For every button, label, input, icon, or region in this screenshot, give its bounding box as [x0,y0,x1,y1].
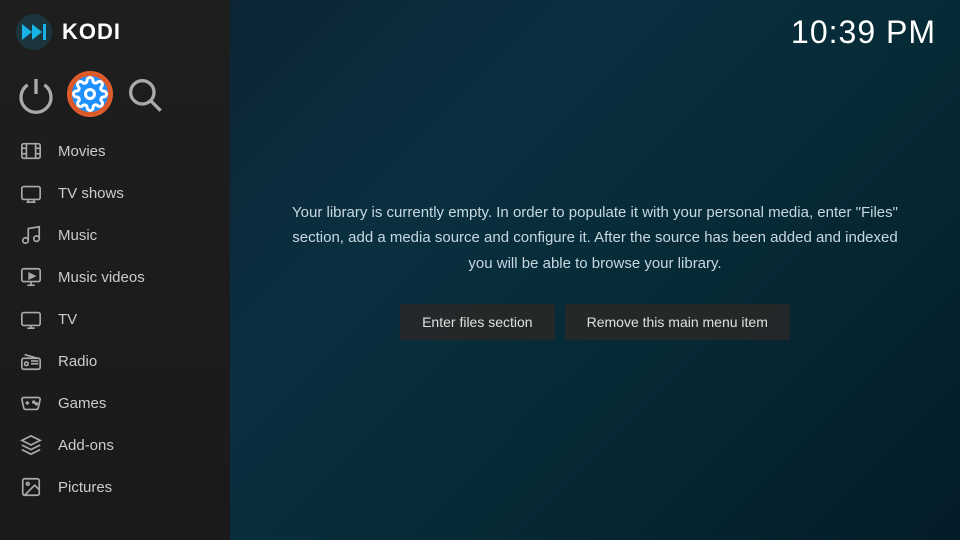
sidebar-header: KODI [0,0,230,64]
pictures-icon [20,476,42,498]
main-content: 10:39 PM Your library is currently empty… [230,0,960,540]
addons-icon [20,434,42,456]
music-label: Music [58,227,97,244]
tvshows-label: TV shows [58,185,124,202]
remove-menu-item-button[interactable]: Remove this main menu item [565,304,790,340]
app-title: KODI [62,19,121,45]
tvshows-icon [20,182,42,204]
enter-files-button[interactable]: Enter files section [400,304,555,340]
sidebar-nav: Movies TV shows [0,130,230,508]
top-icons-row [0,64,230,130]
sidebar-item-games[interactable]: Games [0,382,230,424]
kodi-logo [16,14,52,50]
power-icon-button[interactable] [16,74,56,114]
search-icon-button[interactable] [124,74,164,114]
clock-display: 10:39 PM [791,14,936,51]
empty-library-panel: Your library is currently empty. In orde… [230,0,960,540]
sidebar-item-tv[interactable]: TV [0,298,230,340]
games-icon [20,392,42,414]
sidebar: KODI [0,0,230,540]
sidebar-item-movies[interactable]: Movies [0,130,230,172]
games-label: Games [58,395,106,412]
movies-icon [20,140,42,162]
musicvideos-label: Music videos [58,269,145,286]
addons-label: Add-ons [58,437,114,454]
empty-library-message: Your library is currently empty. In orde… [290,200,900,277]
tv-label: TV [58,311,77,328]
sidebar-item-tvshows[interactable]: TV shows [0,172,230,214]
sidebar-item-music[interactable]: Music [0,214,230,256]
pictures-label: Pictures [58,479,112,496]
sidebar-item-radio[interactable]: Radio [0,340,230,382]
radio-label: Radio [58,353,97,370]
sidebar-item-pictures[interactable]: Pictures [0,466,230,508]
settings-icon-button[interactable] [70,74,110,114]
tv-icon [20,308,42,330]
movies-label: Movies [58,143,106,160]
music-icon [20,224,42,246]
sidebar-item-musicvideos[interactable]: Music videos [0,256,230,298]
action-buttons-row: Enter files section Remove this main men… [400,304,790,340]
musicvideos-icon [20,266,42,288]
sidebar-item-addons[interactable]: Add-ons [0,424,230,466]
radio-icon [20,350,42,372]
